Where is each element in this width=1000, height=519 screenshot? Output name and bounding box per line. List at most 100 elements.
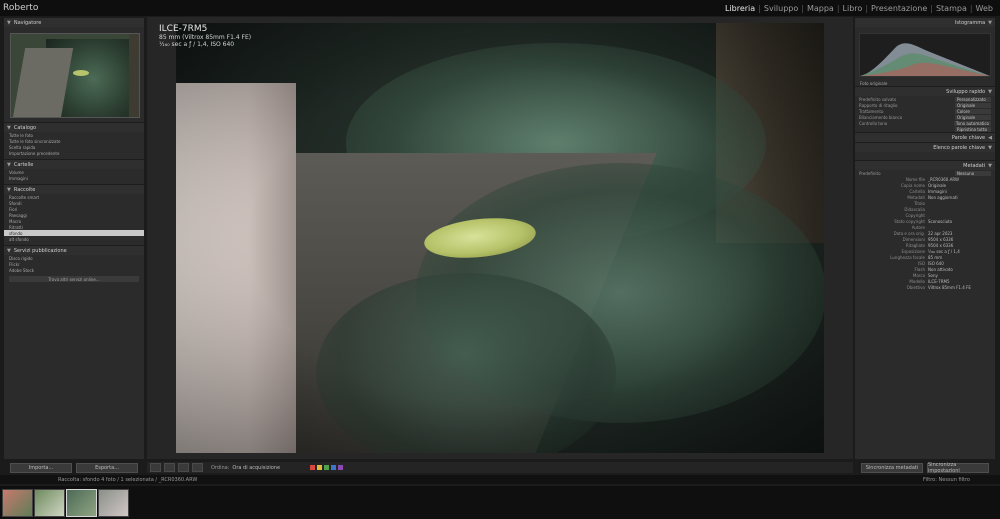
- filter-select[interactable]: Nessun filtro: [939, 477, 970, 483]
- keyword-list-header[interactable]: Elenco parole chiave ▼: [855, 142, 995, 152]
- module-slideshow[interactable]: Presentazione: [868, 4, 930, 13]
- metadata-key: Dimensioni: [902, 236, 925, 242]
- metadata-key: Modello: [909, 278, 925, 284]
- module-develop[interactable]: Sviluppo: [761, 4, 801, 13]
- metadata-key: Titolo: [913, 200, 925, 206]
- catalog-header[interactable]: ▼ Catalogo: [4, 122, 144, 132]
- metadata-value[interactable]: 22 apr 2023: [928, 231, 995, 236]
- metadata-value[interactable]: 9504 x 6336: [928, 237, 995, 242]
- main-photo[interactable]: [176, 23, 824, 453]
- metadata-row: Nome file _RCR0360.ARW: [855, 176, 995, 182]
- toolbar: Ordina: Ora di acquisizione: [147, 462, 853, 473]
- filmstrip: [0, 486, 1000, 519]
- filmstrip-thumbnail[interactable]: [98, 489, 129, 517]
- qd-preset-select[interactable]: Personalizzato: [955, 96, 991, 102]
- export-button[interactable]: Esporta...: [76, 462, 138, 473]
- collapse-triangle-icon: ▼: [988, 162, 992, 169]
- metadata-preset-select[interactable]: Nessuno: [955, 170, 991, 176]
- module-print[interactable]: Stampa: [933, 4, 970, 13]
- metadata-value[interactable]: 9504 x 6336: [928, 243, 995, 248]
- metadata-row: Cartella Immagini: [855, 188, 995, 194]
- metadata-row: Esposizione ⅟₁₆₀ sec a ƒ / 1,4: [855, 248, 995, 254]
- metadata-key: Metadati: [907, 194, 925, 200]
- qd-crop-select[interactable]: Originale: [955, 102, 991, 108]
- filmstrip-thumbnail[interactable]: [34, 489, 65, 517]
- metadata-value[interactable]: Sony: [928, 273, 995, 278]
- metadata-value[interactable]: ISO 640: [928, 261, 995, 266]
- histogram-header[interactable]: Istogramma ▼: [855, 17, 995, 27]
- metadata-key: Autore: [911, 224, 925, 230]
- publish-services-header[interactable]: ▼ Servizi pubblicazione: [4, 245, 144, 255]
- module-map[interactable]: Mappa: [804, 4, 837, 13]
- compare-view-icon[interactable]: [178, 463, 189, 472]
- keywording-header[interactable]: Parole chiave ◀: [855, 132, 995, 142]
- folders-header[interactable]: ▼ Cartelle: [4, 159, 144, 169]
- color-label-red[interactable]: [310, 465, 316, 470]
- metadata-key: Copyright: [905, 212, 925, 218]
- collections-header[interactable]: ▼ Raccolte: [4, 184, 144, 194]
- color-label-blue[interactable]: [331, 465, 337, 470]
- metadata-value[interactable]: ⅟₁₆₀ sec a ƒ / 1,4: [928, 249, 995, 254]
- qd-wb-select[interactable]: Originale: [955, 114, 991, 120]
- metadata-value[interactable]: Non aggiornati: [928, 195, 995, 200]
- filmstrip-thumbnail-selected[interactable]: [66, 489, 97, 517]
- module-picker: Libreria | Sviluppo | Mappa | Libro | Pr…: [722, 4, 1000, 13]
- metadata-key: Esposizione: [901, 248, 925, 254]
- qd-treatment-select[interactable]: Colore: [955, 108, 991, 114]
- metadata-row: Stato copyright Sconosciuto: [855, 218, 995, 224]
- metadata-row: Lunghezza focale 85 mm: [855, 254, 995, 260]
- filmstrip-bar: Raccolta: sfondo 4 foto / 1 selezionata …: [0, 475, 1000, 484]
- color-label-yellow[interactable]: [317, 465, 323, 470]
- metadata-value[interactable]: Non attivato: [928, 267, 995, 272]
- metadata-row: Modello ILCE-7RM5: [855, 278, 995, 284]
- collapse-triangle-icon: ▼: [7, 247, 11, 254]
- loupe-view-icon[interactable]: [164, 463, 175, 472]
- collapse-triangle-icon: ▼: [988, 88, 992, 95]
- metadata-key: Obiettivo: [906, 284, 925, 290]
- module-web[interactable]: Web: [973, 4, 996, 13]
- metadata-key: Data e ora orig.: [893, 230, 925, 236]
- info-overlay: ILCE-7RM5 85 mm (Viltrox 85mm F1.4 FE) ⅟…: [159, 24, 251, 48]
- metadata-key: Flash: [914, 266, 925, 272]
- find-more-services-button[interactable]: Trova altri servizi online...: [9, 276, 139, 282]
- navigator-header[interactable]: ▼ Navigatore: [4, 17, 144, 27]
- qd-reset-button[interactable]: Ripristina tutto: [955, 126, 991, 132]
- grid-view-icon[interactable]: [150, 463, 161, 472]
- module-library[interactable]: Libreria: [722, 4, 758, 13]
- color-label-purple[interactable]: [338, 465, 344, 470]
- collapse-triangle-icon: ◀: [988, 134, 992, 141]
- metadata-key: Cartella: [909, 188, 925, 194]
- qd-tone-button[interactable]: Tono automatico: [953, 120, 991, 126]
- publish-service-item[interactable]: Adobe Stock: [4, 267, 144, 273]
- source-path[interactable]: Raccolta: sfondo 4 foto / 1 selezionata …: [58, 477, 197, 483]
- metadata-value[interactable]: Sconosciuto: [928, 219, 995, 224]
- metadata-value[interactable]: ILCE-7RM5: [928, 279, 995, 284]
- color-labels: [310, 465, 344, 470]
- collapse-triangle-icon: ▼: [7, 161, 11, 168]
- metadata-header[interactable]: Metadati ▼: [855, 160, 995, 170]
- module-book[interactable]: Libro: [840, 4, 866, 13]
- navigator-preview[interactable]: [10, 33, 140, 118]
- quick-develop-header[interactable]: Sviluppo rapido ▼: [855, 86, 995, 96]
- survey-view-icon[interactable]: [192, 463, 203, 472]
- import-button[interactable]: Importa...: [10, 462, 72, 473]
- identity-plate: Roberto: [3, 3, 39, 13]
- sort-select[interactable]: Ora di acquisizione: [232, 465, 280, 471]
- sync-settings-button[interactable]: Sincronizza impostazioni: [927, 462, 989, 474]
- sort-label: Ordina:: [211, 464, 230, 471]
- metadata-value[interactable]: Immagini: [928, 189, 995, 194]
- left-buttons: Importa... Esporta...: [4, 462, 144, 473]
- sync-metadata-button[interactable]: Sincronizza metadati: [861, 462, 923, 473]
- metadata-key: Didascalia: [904, 206, 925, 212]
- metadata-key: Ritagliato: [905, 242, 925, 248]
- metadata-value[interactable]: 85 mm: [928, 255, 995, 260]
- metadata-value[interactable]: Originale: [928, 183, 995, 188]
- color-label-green[interactable]: [324, 465, 330, 470]
- metadata-row: Flash Non attivato: [855, 266, 995, 272]
- metadata-value[interactable]: Viltrox 85mm F1.4 FE: [928, 285, 995, 290]
- metadata-value[interactable]: _RCR0360.ARW: [928, 177, 995, 182]
- filmstrip-thumbnail[interactable]: [2, 489, 33, 517]
- right-panel: Istogramma ▼ Foto originale Sviluppo rapi…: [855, 17, 995, 459]
- left-panel: ▼ Navigatore ▼ Catalogo Tutte le foto Tutt…: [4, 17, 144, 459]
- metadata-key: Nome file: [905, 176, 925, 182]
